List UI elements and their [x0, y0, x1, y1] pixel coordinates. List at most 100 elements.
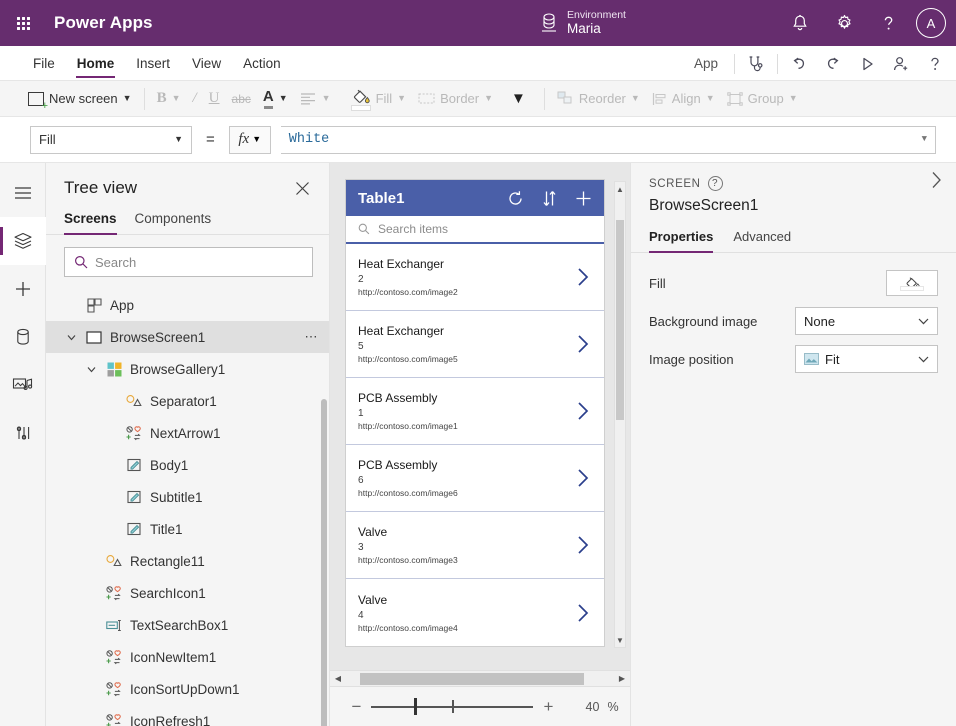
tree-node-browsegallery1[interactable]: BrowseGallery1 [46, 353, 329, 385]
tree-node-iconsortupdown1[interactable]: IconSortUpDown1 [46, 673, 329, 705]
undo-button[interactable] [782, 47, 816, 81]
chevron-right-icon[interactable] [576, 468, 596, 488]
tree-node-nextarrow1[interactable]: NextArrow1 [46, 417, 329, 449]
gallery-item[interactable]: Heat Exchanger 5 http://contoso.com/imag… [346, 311, 604, 378]
tree-node-iconrefresh1[interactable]: IconRefresh1 [46, 705, 329, 726]
rail-data-button[interactable] [0, 313, 46, 361]
canvas-vscroll-thumb[interactable] [616, 220, 624, 420]
app-menu-button[interactable]: App [682, 56, 730, 71]
bold-button[interactable]: B ▼ [151, 85, 187, 113]
tree-node-more-button[interactable]: ⋯ [305, 329, 320, 345]
tree-node-textsearchbox1[interactable]: TextSearchBox1 [46, 609, 329, 641]
environment-picker[interactable]: Environment Maria [540, 0, 626, 46]
tab-screens[interactable]: Screens [64, 209, 117, 234]
rail-media-button[interactable] [0, 361, 46, 409]
chevron-right-icon[interactable] [576, 401, 596, 421]
rail-hamburger-button[interactable] [0, 169, 46, 217]
tree-node-searchicon1[interactable]: SearchIcon1 [46, 577, 329, 609]
scroll-right-button[interactable]: ▶ [614, 671, 630, 687]
tree-node-iconnewitem1[interactable]: IconNewItem1 [46, 641, 329, 673]
zoom-out-button[interactable]: − [341, 692, 371, 722]
new-screen-button[interactable]: New screen ▼ [22, 85, 138, 113]
tree-node-body1[interactable]: Body1 [46, 449, 329, 481]
question-circle-icon[interactable]: ? [708, 176, 723, 191]
scroll-left-button[interactable]: ◀ [330, 671, 346, 687]
tree-node-separator1[interactable]: Separator1 [46, 385, 329, 417]
menu-item-insert[interactable]: Insert [125, 46, 181, 80]
redo-button[interactable] [816, 47, 850, 81]
user-avatar[interactable]: A [916, 8, 946, 38]
tab-advanced[interactable]: Advanced [733, 229, 791, 252]
preview-button[interactable] [850, 47, 884, 81]
font-color-button[interactable]: A ▼ [257, 85, 294, 113]
strikethrough-button[interactable]: abc [226, 85, 257, 113]
menu-item-home[interactable]: Home [66, 46, 126, 80]
zoom-slider-thumb[interactable] [414, 698, 417, 715]
gallery-add-button[interactable] [575, 190, 592, 207]
property-selector[interactable]: Fill ▼ [30, 126, 192, 154]
zoom-in-button[interactable]: + [533, 692, 563, 722]
underline-button[interactable]: U [203, 85, 226, 113]
rail-tree-view-button[interactable] [0, 217, 46, 265]
zoom-slider[interactable] [371, 692, 533, 722]
gallery-item[interactable]: PCB Assembly 6 http://contoso.com/image6 [346, 445, 604, 512]
align-objects-button[interactable]: Align ▼ [646, 85, 721, 113]
chevron-down-icon[interactable] [84, 366, 98, 373]
gallery-sort-button[interactable] [542, 190, 557, 207]
border-button[interactable]: Border ▼ [412, 85, 499, 113]
tree-node-browsescreen1[interactable]: BrowseScreen1 ⋯ [46, 321, 329, 353]
group-button[interactable]: Group ▼ [721, 85, 804, 113]
menu-help-button[interactable] [918, 47, 952, 81]
tree-node-rectangle11[interactable]: Rectangle11 [46, 545, 329, 577]
app-screen-preview[interactable]: Table1 [346, 180, 604, 646]
menu-item-action[interactable]: Action [232, 46, 292, 80]
formula-input[interactable]: White ▼ [281, 126, 936, 154]
more-options-button[interactable]: ▼ [499, 85, 538, 113]
tree-node-app[interactable]: App [46, 289, 329, 321]
tree-node-title1[interactable]: Title1 [46, 513, 329, 545]
menu-item-file[interactable]: File [22, 46, 66, 80]
help-button[interactable] [868, 3, 908, 43]
gallery-item[interactable]: Valve 3 http://contoso.com/image3 [346, 512, 604, 579]
chevron-right-icon[interactable] [576, 535, 596, 555]
app-launcher-button[interactable] [0, 0, 46, 46]
function-button[interactable]: fx ▼ [229, 126, 271, 154]
canvas-vertical-scrollbar[interactable]: ▲ ▼ [614, 181, 626, 648]
menu-item-view[interactable]: View [181, 46, 232, 80]
reorder-button[interactable]: Reorder ▼ [551, 85, 646, 113]
gallery-item[interactable]: Heat Exchanger 2 http://contoso.com/imag… [346, 244, 604, 311]
chevron-right-icon[interactable] [576, 603, 596, 623]
tree-search-input[interactable]: Search [64, 247, 313, 277]
notifications-button[interactable] [780, 3, 820, 43]
app-checker-button[interactable] [739, 47, 773, 81]
canvas-horizontal-scrollbar[interactable]: ◀ ▶ [330, 670, 630, 686]
text-align-button[interactable]: ▼ [294, 85, 337, 113]
gallery-refresh-button[interactable] [507, 190, 524, 207]
tree-view-scrollbar[interactable] [321, 399, 327, 726]
gallery-item[interactable]: Valve 4 http://contoso.com/image4 [346, 579, 604, 646]
image-position-select[interactable]: Fit [795, 345, 938, 373]
background-image-select[interactable]: None [795, 307, 938, 335]
settings-button[interactable] [824, 3, 864, 43]
canvas-hscroll-thumb[interactable] [360, 673, 584, 685]
chevron-right-icon[interactable] [576, 267, 596, 287]
chevron-right-icon[interactable] [576, 334, 596, 354]
tree-view-close-button[interactable] [291, 177, 313, 199]
properties-expand-button[interactable] [931, 171, 942, 189]
chevron-down-icon[interactable] [64, 334, 78, 341]
rail-insert-button[interactable] [0, 265, 46, 313]
tab-components[interactable]: Components [135, 209, 212, 234]
scroll-down-button[interactable]: ▼ [615, 633, 625, 647]
share-button[interactable] [884, 47, 918, 81]
rail-advanced-tools-button[interactable] [0, 409, 46, 457]
scroll-up-button[interactable]: ▲ [615, 182, 625, 196]
italic-button[interactable]: / [187, 85, 203, 113]
gallery-search-input[interactable]: Search items [346, 216, 604, 244]
fill-color-button[interactable] [886, 270, 938, 296]
canvas-hscroll-track[interactable] [346, 671, 614, 687]
tab-properties[interactable]: Properties [649, 229, 713, 252]
fill-button[interactable]: Fill ▼ [345, 85, 413, 113]
chevron-down-icon[interactable]: ▼ [922, 135, 927, 144]
tree-node-subtitle1[interactable]: Subtitle1 [46, 481, 329, 513]
gallery-item[interactable]: PCB Assembly 1 http://contoso.com/image1 [346, 378, 604, 445]
